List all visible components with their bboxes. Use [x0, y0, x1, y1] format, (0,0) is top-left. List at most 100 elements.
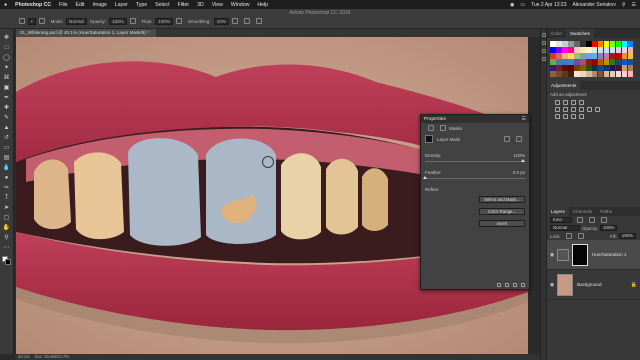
feather-slider[interactable] [423, 176, 525, 179]
swatch-color[interactable] [615, 52, 622, 59]
hand-tool-icon[interactable]: ✋ [3, 224, 11, 232]
swatch-color[interactable] [579, 52, 586, 59]
disable-mask-icon[interactable] [513, 283, 517, 287]
color-balance-icon[interactable] [571, 106, 576, 112]
swatch-color[interactable] [585, 41, 592, 47]
brush-size-box[interactable]: • [28, 17, 36, 25]
swatch-color[interactable] [609, 52, 616, 59]
mode-select[interactable]: Normal [66, 17, 87, 25]
clone-stamp-tool-icon[interactable]: ▲ [3, 124, 11, 132]
opacity-field[interactable]: 100% [109, 17, 127, 25]
swatch-color[interactable] [615, 41, 622, 47]
swatch-color[interactable] [597, 58, 604, 65]
tab-color[interactable]: Color [547, 29, 566, 38]
filter-type-icon[interactable] [601, 217, 607, 223]
filter-adjustment-icon[interactable] [589, 217, 595, 223]
swatch-color[interactable] [573, 41, 580, 47]
dodge-tool-icon[interactable]: ● [3, 174, 11, 182]
doc-size[interactable]: Doc: 20.6M/42.7M [35, 354, 69, 359]
pen-tool-icon[interactable]: ✑ [3, 184, 11, 192]
tab-swatches[interactable]: Swatches [565, 29, 594, 38]
menu-select[interactable]: Select [155, 2, 169, 8]
swatch-color[interactable] [603, 52, 610, 59]
fill-field[interactable]: 100% [618, 233, 636, 239]
swatch-color[interactable] [567, 64, 574, 71]
battery-icon[interactable]: ▭ [520, 2, 525, 8]
swatch-color[interactable] [555, 70, 562, 77]
menu-list-icon[interactable]: ☰ [632, 2, 636, 8]
menu-layer[interactable]: Layer [115, 2, 128, 8]
swatch-color[interactable] [585, 64, 592, 71]
density-slider[interactable] [425, 159, 525, 162]
more-tools-icon[interactable]: ⋯ [3, 244, 11, 252]
vector-mask-icon[interactable] [440, 125, 446, 131]
move-tool-icon[interactable]: ✥ [3, 34, 11, 42]
smoothing-field[interactable]: 10% [213, 17, 229, 25]
symmetry-icon[interactable] [255, 18, 262, 24]
swatch-color[interactable] [573, 52, 580, 59]
marquee-tool-icon[interactable]: □ [3, 44, 11, 52]
curves-icon[interactable] [571, 99, 576, 105]
brightness-contrast-icon[interactable] [555, 99, 560, 105]
lock-icon[interactable]: 🔒 [631, 282, 637, 288]
menu-3d[interactable]: 3D [197, 2, 204, 8]
photo-filter-icon[interactable] [587, 106, 592, 112]
swatch-color[interactable] [621, 41, 628, 47]
layer-mask-thumbnail[interactable] [572, 243, 588, 266]
menu-type[interactable]: Type [136, 2, 147, 8]
tab-adjustments[interactable]: Adjustments [547, 80, 581, 90]
eyedropper-tool-icon[interactable]: ✒ [3, 94, 11, 102]
apply-mask-icon[interactable] [505, 283, 509, 287]
add-vector-mask-icon[interactable] [516, 136, 522, 142]
menu-filter[interactable]: Filter [178, 2, 190, 8]
swatch-color[interactable] [621, 52, 628, 59]
pressure-opacity-icon[interactable] [129, 18, 136, 24]
swatch-color[interactable] [627, 70, 634, 77]
swatch-color[interactable] [555, 64, 562, 71]
document-tab[interactable]: 01_Whitening.psd @ 40.1% (Hue/Saturation… [16, 29, 156, 37]
swatch-color[interactable] [621, 46, 628, 53]
swatch-color[interactable] [573, 58, 580, 65]
feather-value[interactable]: 0.0 px [513, 170, 525, 175]
menu-window[interactable]: Window [231, 2, 249, 8]
black-white-icon[interactable] [579, 106, 584, 112]
swatch-color[interactable] [591, 64, 598, 71]
vibrance-icon[interactable] [555, 106, 560, 112]
swatch-color[interactable] [567, 58, 574, 65]
swatch-color[interactable] [615, 46, 622, 53]
load-selection-icon[interactable] [497, 283, 501, 287]
properties-icon[interactable] [541, 57, 546, 61]
swatch-color[interactable] [573, 64, 580, 71]
background-color-swatch[interactable] [4, 259, 11, 265]
menu-view[interactable]: View [212, 2, 223, 8]
swatch-color[interactable] [567, 70, 574, 77]
color-range-button[interactable]: Color Range... [479, 208, 525, 215]
properties-header[interactable]: Properties ☰ [421, 115, 529, 123]
blend-mode-select[interactable]: Normal [550, 225, 580, 231]
menu-image[interactable]: Image [92, 2, 106, 8]
panel-menu-icon[interactable]: ☰ [522, 116, 526, 122]
swatch-color[interactable] [573, 46, 580, 53]
app-menu[interactable]: Photoshop CC [15, 2, 51, 8]
swatch-color[interactable] [609, 70, 616, 77]
type-tool-icon[interactable]: T [3, 194, 11, 202]
swatch-color[interactable] [609, 46, 616, 53]
swatch-color[interactable] [591, 52, 598, 59]
select-mask-icon[interactable] [504, 136, 510, 142]
invert-button[interactable]: Invert [479, 220, 525, 227]
zoom-tool-icon[interactable]: ⚲ [3, 234, 11, 242]
swatch-color[interactable] [561, 64, 568, 71]
posterize-icon[interactable] [563, 113, 568, 119]
eraser-tool-icon[interactable]: ▭ [3, 144, 11, 152]
layer-name[interactable]: Background [577, 282, 602, 287]
layer-row-background[interactable]: ◉ Background 🔒 [547, 270, 640, 300]
exposure-icon[interactable] [579, 99, 584, 105]
swatch-color[interactable] [561, 46, 568, 53]
actions-icon[interactable] [541, 41, 546, 45]
hue-saturation-icon[interactable] [563, 106, 568, 112]
swatch-color[interactable] [567, 41, 574, 47]
tab-channels[interactable]: Channels [569, 207, 596, 216]
color-swatches[interactable] [1, 256, 12, 266]
swatch-color[interactable] [627, 58, 634, 65]
airbrush-icon[interactable] [175, 18, 182, 24]
